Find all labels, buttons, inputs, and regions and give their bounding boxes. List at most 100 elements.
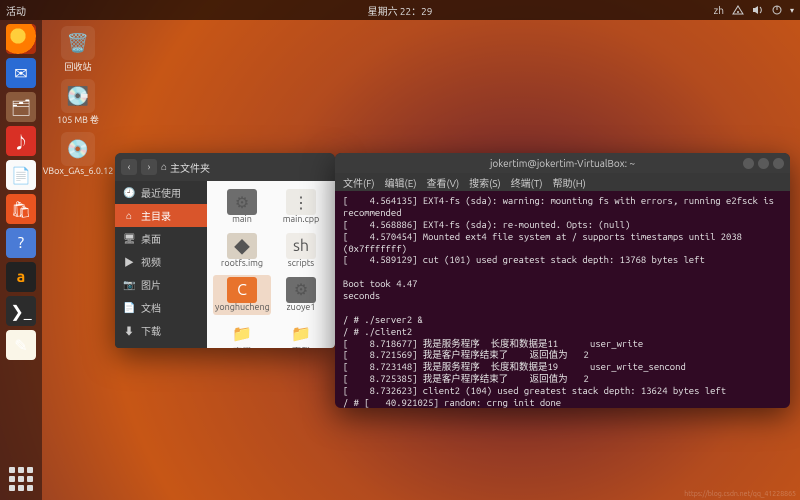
terminal-output[interactable]: [ 4.564135] EXT4-fs (sda): warning: moun… [335,191,790,408]
power-icon[interactable] [772,5,782,15]
file-label: yonghuchengxu2.c [215,303,269,313]
network-icon[interactable] [732,5,744,15]
sidebar-item-label: 图片 [141,277,161,292]
sidebar-item-7[interactable]: ♪ 音乐 [115,342,207,348]
window-close-button[interactable] [773,158,784,169]
sidebar-item-icon: ⬇ [123,323,135,338]
terminal-menu-item[interactable]: 终端(T) [511,175,543,190]
desktop-icon-label: VBox_GAs_6.0.12 [43,166,114,176]
desktop-icon-label: 105 MB 卷 [57,113,99,126]
file-label: 下载 [292,347,310,348]
file-item[interactable]: ⋮main.cpp [273,187,329,227]
file-item[interactable]: Cyonghuchengxu2.c [213,275,271,315]
desktop-icon-trash[interactable]: 🗑️ 回收站 [48,26,108,73]
file-icon: sh [286,233,316,259]
desktop-icon-volume[interactable]: 💽 105 MB 卷 [48,79,108,126]
sidebar-item-3[interactable]: ▶视频 [115,250,207,273]
sidebar-item-label: 音乐 [141,346,161,348]
desktop-icons: 🗑️ 回收站 💽 105 MB 卷 💿 VBox_GAs_6.0.12 [48,26,108,176]
dock-thunderbird[interactable]: ✉ [6,58,36,88]
dock-libreoffice[interactable]: 📄 [6,160,36,190]
file-manager-titlebar[interactable]: ‹ › ⌂ 主文件夹 [115,153,335,181]
file-item[interactable]: 📁文档 [213,319,271,348]
file-label: scripts [288,259,314,269]
path-label: 主文件夹 [170,160,210,175]
dock-rhythmbox[interactable]: ♪ [6,126,36,156]
terminal-menubar[interactable]: 文件(F) 编辑(E) 查看(V) 搜索(S) 终端(T) 帮助(H) [335,173,790,191]
file-item[interactable]: ⚙zuoye1 [273,275,329,315]
file-icon: C [227,277,257,303]
file-icon: ⚙ [227,189,257,215]
sidebar-item-1[interactable]: ⌂ 主目录 [115,204,207,227]
path-bar[interactable]: ⌂ 主文件夹 [161,160,210,175]
file-icon: ⋮ [286,189,316,215]
terminal-menu-item[interactable]: 查看(V) [426,175,459,190]
watermark: https://blog.csdn.net/qq_41228865 [684,490,796,498]
sidebar-item-0[interactable]: 🕘 最近使用 [115,181,207,204]
launcher-dock: ✉ 🗂 ♪ 📄 🛍 ? a ❯_ ✎ [0,20,42,500]
file-manager-content[interactable]: ⚙main⋮main.cpp◆rootfs.imgshscriptsCyongh… [207,181,335,348]
sidebar-item-6[interactable]: ⬇ 下载 [115,319,207,342]
sidebar-item-label: 下载 [141,323,161,338]
file-icon: ⚙ [286,277,316,303]
dock-text-editor[interactable]: ✎ [6,330,36,360]
sidebar-item-4[interactable]: 📷 图片 [115,273,207,296]
file-icon: ◆ [227,233,257,259]
file-label: main [232,215,252,225]
dock-firefox[interactable] [6,24,36,54]
dock-files[interactable]: 🗂 [6,92,36,122]
file-item[interactable]: shscripts [273,231,329,271]
terminal-menu-item[interactable]: 帮助(H) [553,175,586,190]
show-applications-button[interactable] [8,466,34,492]
file-icon: 📁 [286,321,316,347]
terminal-title-text: jokertim@jokertim-VirtualBox: ~ [490,158,635,169]
trash-icon: 🗑️ [61,26,95,60]
sidebar-item-icon: 📷 [123,279,135,291]
file-icon: 📁 [227,321,257,347]
input-lang-indicator[interactable]: zh [714,5,724,16]
file-label: main.cpp [283,215,320,225]
file-manager-window: ‹ › ⌂ 主文件夹 🕘最近使用⌂主目录🖥桌面▶视频📷图片📄文档⬇下载♪音乐🗑回… [115,153,335,348]
dock-software[interactable]: 🛍 [6,194,36,224]
back-button[interactable]: ‹ [121,159,137,175]
file-item[interactable]: 📁下载 [273,319,329,348]
sidebar-item-2[interactable]: 🖥 桌面 [115,227,207,250]
activities-button[interactable]: 活动 [6,3,26,18]
clock[interactable]: 星期六 22：29 [368,3,433,18]
sidebar-item-label: 最近使用 [141,185,181,200]
window-minimize-button[interactable] [743,158,754,169]
dock-amazon[interactable]: a [6,262,36,292]
disk-icon: 💽 [61,79,95,113]
sidebar-item-icon: ⌂ [123,210,135,222]
file-item[interactable]: ⚙main [213,187,271,227]
terminal-titlebar[interactable]: jokertim@jokertim-VirtualBox: ~ [335,153,790,173]
terminal-window: jokertim@jokertim-VirtualBox: ~ 文件(F) 编辑(… [335,153,790,408]
status-area[interactable]: zh ▾ [714,5,794,16]
dock-terminal[interactable]: ❯_ [6,296,36,326]
sidebar-item-icon: ♪ [123,346,135,348]
sidebar-item-icon: 📄 [123,302,135,314]
terminal-menu-item[interactable]: 文件(F) [343,175,375,190]
desktop-icon-vbox[interactable]: 💿 VBox_GAs_6.0.12 [48,132,108,176]
top-bar: 活动 星期六 22：29 zh ▾ [0,0,800,20]
desktop-icon-label: 回收站 [64,60,91,73]
file-label: rootfs.img [221,259,263,269]
dock-help[interactable]: ? [6,228,36,258]
sidebar-item-label: 视频 [141,254,161,269]
file-item[interactable]: ◆rootfs.img [213,231,271,271]
window-maximize-button[interactable] [758,158,769,169]
forward-button[interactable]: › [141,159,157,175]
sidebar-item-5[interactable]: 📄文档 [115,296,207,319]
sidebar-item-label: 桌面 [141,231,161,246]
cd-icon: 💿 [61,132,95,166]
sidebar-item-icon: 🖥 [123,233,135,245]
chevron-down-icon[interactable]: ▾ [790,6,794,15]
sidebar-item-label: 主目录 [141,208,171,223]
file-label: 文档 [233,347,251,348]
volume-icon[interactable] [752,5,764,15]
terminal-menu-item[interactable]: 编辑(E) [385,175,417,190]
terminal-menu-item[interactable]: 搜索(S) [469,175,501,190]
sidebar-item-icon: 🕘 [123,187,135,199]
file-label: zuoye1 [287,303,316,313]
home-icon: ⌂ [161,161,167,173]
